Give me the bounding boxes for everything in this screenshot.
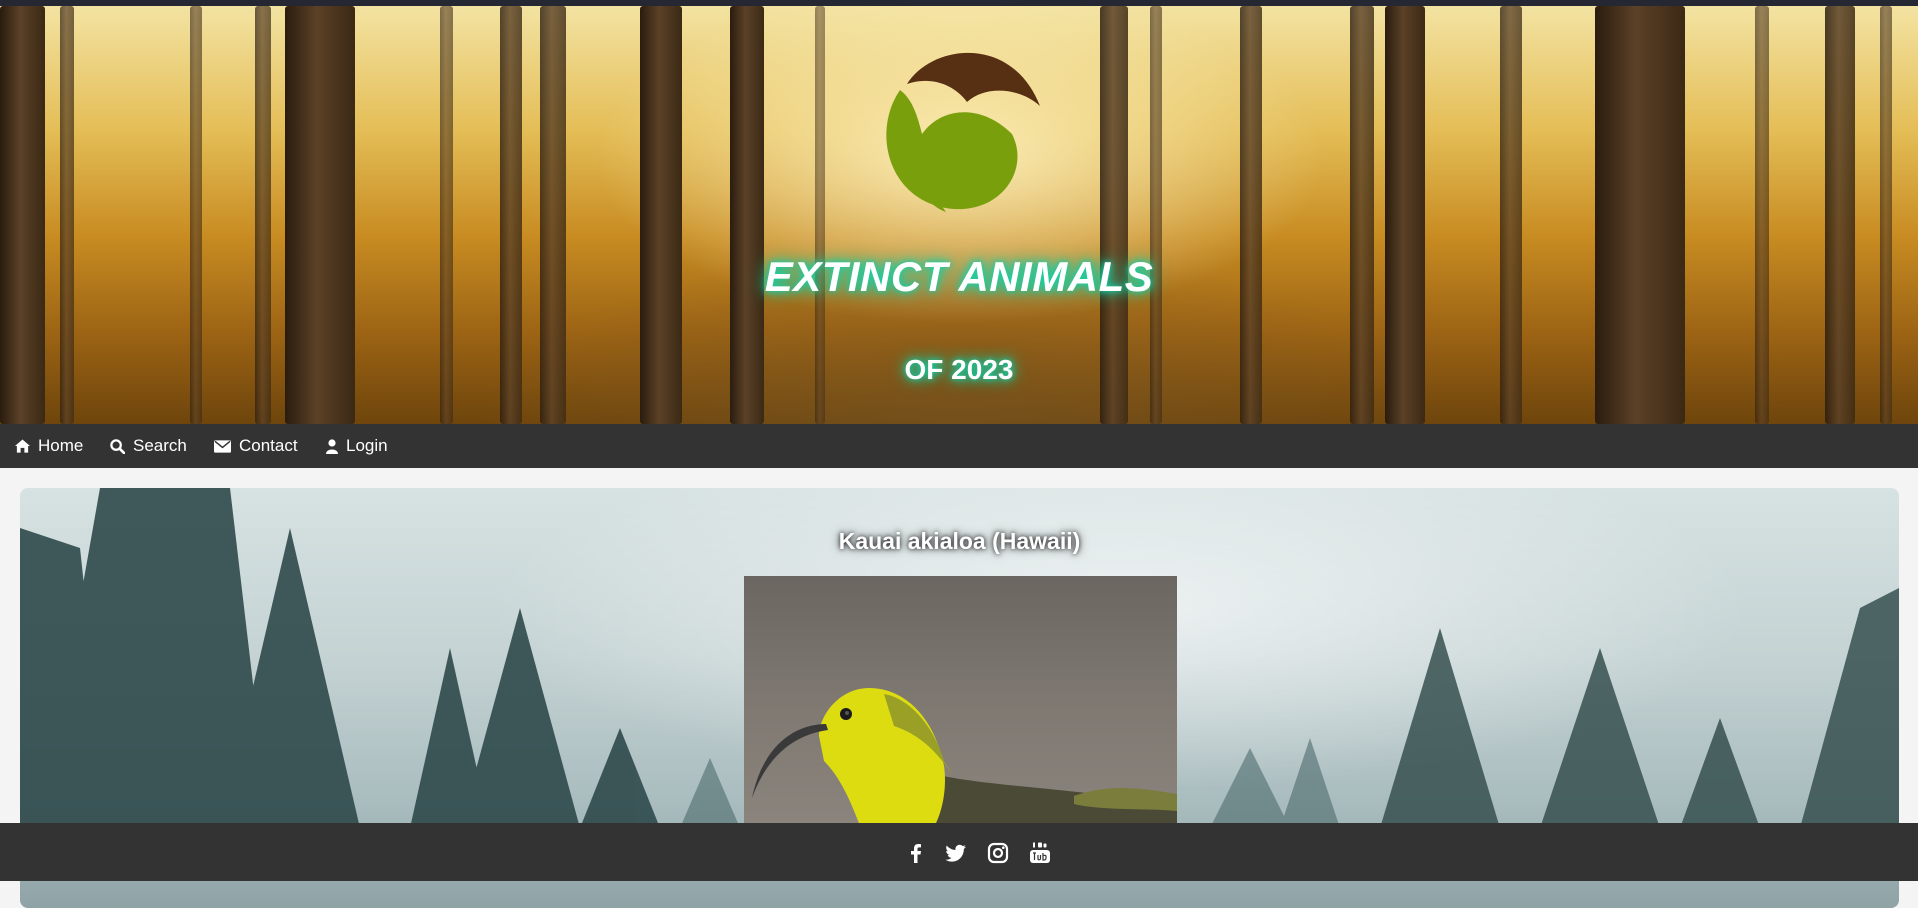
- instagram-icon[interactable]: [986, 841, 1010, 865]
- bird-illustration: [752, 688, 1177, 836]
- search-icon: [110, 438, 125, 454]
- site-subtitle: OF 2023: [904, 354, 1014, 385]
- youtube-icon[interactable]: [1028, 841, 1052, 865]
- envelope-icon: [214, 439, 231, 453]
- home-icon: [15, 439, 30, 453]
- nav-search[interactable]: Search: [110, 424, 187, 468]
- animal-photo: [744, 576, 1177, 836]
- user-icon: [326, 438, 338, 454]
- nav-search-label: Search: [133, 436, 187, 455]
- main-nav: Home Search Contact Login: [0, 424, 1918, 468]
- nav-login[interactable]: Login: [326, 424, 388, 468]
- leaf-logo-icon: [886, 52, 1040, 212]
- site-title: EXTINCT ANIMALS: [764, 253, 1154, 300]
- facebook-icon[interactable]: [904, 841, 928, 865]
- nav-home-label: Home: [38, 436, 84, 455]
- nav-login-label: Login: [346, 436, 388, 455]
- footer: [0, 823, 1918, 881]
- nav-contact[interactable]: Contact: [214, 424, 298, 468]
- twitter-icon[interactable]: [944, 841, 968, 865]
- nav-home[interactable]: Home: [15, 424, 83, 468]
- nav-contact-label: Contact: [239, 436, 298, 455]
- header-banner: EXTINCT ANIMALS OF 2023: [0, 6, 1918, 424]
- animal-name: Kauai akialoa (Hawaii): [838, 528, 1081, 554]
